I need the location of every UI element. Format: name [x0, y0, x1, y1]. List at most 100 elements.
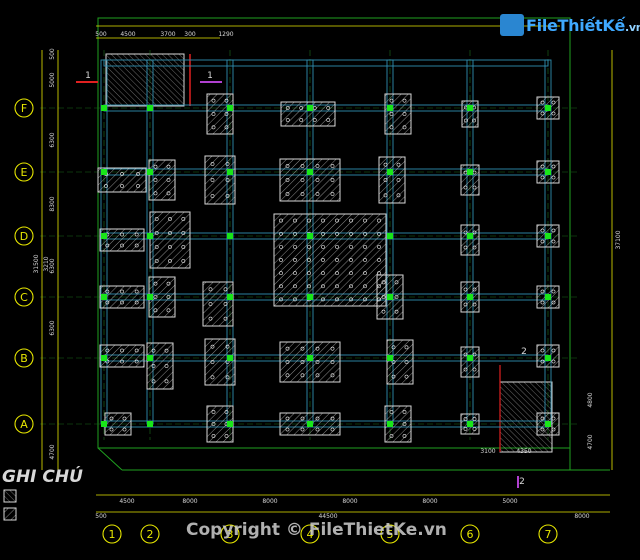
dim-text-left: 6300: [49, 258, 56, 273]
column: [147, 105, 153, 111]
dim-text-top: 3700: [160, 31, 175, 38]
column: [467, 169, 473, 175]
dim-text-left: 6300: [49, 132, 56, 147]
column: [147, 233, 153, 239]
dim-text-total: 44500: [318, 513, 337, 520]
dim-text-top: 4500: [120, 31, 135, 38]
section-mark: 1: [85, 71, 91, 81]
col-axis-label: 7: [545, 528, 552, 541]
column: [227, 421, 233, 427]
column: [101, 105, 107, 111]
column: [387, 105, 393, 111]
foundation-plan: 500 4500 3700 300 1290 4500 8000 8000 8000 8000 50…: [3, 17, 622, 544]
pile-cap: [204, 338, 236, 386]
column: [147, 169, 153, 175]
col-axis-label: 2: [147, 528, 154, 541]
column: [387, 421, 393, 427]
dim-text-left-total: 31500: [33, 254, 40, 273]
dim-text-right: 4800: [587, 392, 594, 407]
pile-cap: [206, 93, 234, 135]
column: [387, 233, 393, 239]
pile-cap: [461, 100, 479, 128]
dim-text-bottom: 4500: [119, 498, 134, 505]
copyright-watermark: Copyright © FileThietKe.vn: [186, 520, 447, 540]
column: [467, 294, 473, 300]
column: [467, 421, 473, 427]
column: [545, 233, 551, 239]
dim-text-sub: 4350: [516, 448, 531, 455]
stair-hatch: [105, 53, 185, 107]
column: [147, 421, 153, 427]
pile-cap: [386, 339, 414, 385]
col-axis-label: 1: [109, 528, 116, 541]
column: [227, 169, 233, 175]
dim-text-right: 37100: [615, 230, 622, 249]
dim-text-bottom: 8000: [342, 498, 357, 505]
column: [545, 355, 551, 361]
column: [307, 169, 313, 175]
pile-cap: [378, 156, 406, 204]
dim-text-bottom-right: 8000: [574, 513, 589, 520]
column: [147, 294, 153, 300]
column: [387, 169, 393, 175]
column: [307, 421, 313, 427]
pile-cap: [384, 93, 412, 135]
column: [387, 294, 393, 300]
dim-text-sub: 3100: [480, 448, 495, 455]
dim-text-top: 1290: [218, 31, 233, 38]
row-axis-label: C: [20, 291, 28, 304]
pile-cap: [273, 213, 387, 307]
dim-text-bottom: 5000: [502, 498, 517, 505]
dim-text-right: 4700: [587, 434, 594, 449]
column: [307, 355, 313, 361]
column: [227, 105, 233, 111]
cad-drawing: 500 4500 3700 300 1290 4500 8000 8000 8000 8000 50…: [0, 0, 640, 560]
pile-cap: [460, 224, 480, 256]
column: [545, 294, 551, 300]
pile-cap: [460, 346, 480, 378]
column: [467, 355, 473, 361]
dim-text-top: 300: [184, 31, 196, 38]
filethietke-logo-icon: [500, 14, 524, 36]
watermark-brand[interactable]: FileThiếtKế.vn: [526, 16, 640, 35]
dim-text-left: 5000: [49, 72, 56, 87]
row-axis-label: B: [20, 352, 28, 365]
column: [545, 169, 551, 175]
dim-text-left: 8300: [49, 196, 56, 211]
pile-cap: [204, 155, 236, 205]
section-mark: 1: [207, 71, 213, 81]
dim-text-left: 3210: [43, 256, 50, 271]
dim-text-left: 6300: [49, 320, 56, 335]
section-mark: 2: [519, 477, 525, 487]
dim-text-left: 500: [49, 48, 56, 60]
dim-text-bottom: 8000: [262, 498, 277, 505]
row-axis-label: F: [21, 102, 27, 115]
legend-swatch-pile: [3, 489, 17, 503]
column: [101, 169, 107, 175]
column: [467, 105, 473, 111]
beam-labels: [3, 489, 17, 521]
column: [101, 421, 107, 427]
row-axis-label: D: [20, 230, 28, 243]
row-axis-label: E: [21, 166, 28, 179]
column: [101, 355, 107, 361]
column: [147, 355, 153, 361]
dim-text-bottom: 500: [95, 513, 107, 520]
dim-text-bottom: 8000: [182, 498, 197, 505]
column: [307, 105, 313, 111]
section-mark: 2: [521, 347, 527, 357]
pile-cap: [148, 159, 176, 201]
pile-cap: [202, 281, 234, 327]
notes-title: GHI CHÚ: [2, 467, 83, 487]
row-axis-label: A: [20, 418, 28, 431]
legend-swatch-cap: [3, 507, 17, 521]
pile-caps: [97, 93, 560, 443]
dim-text-left: 4700: [49, 444, 56, 459]
pile-cap: [104, 412, 132, 436]
column: [545, 421, 551, 427]
column: [307, 233, 313, 239]
column: [545, 105, 551, 111]
dim-text-bottom: 8000: [422, 498, 437, 505]
column: [227, 355, 233, 361]
column: [387, 355, 393, 361]
